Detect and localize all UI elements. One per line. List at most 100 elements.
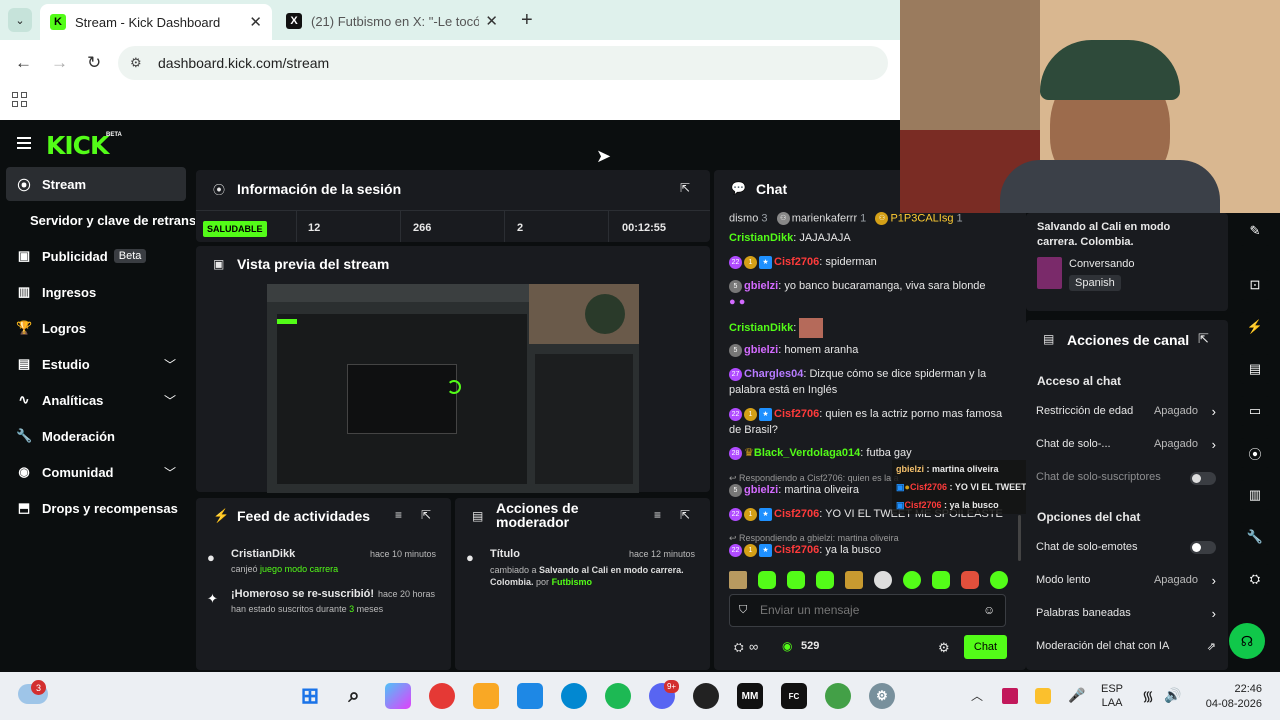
apps-grid-icon[interactable] (12, 92, 27, 107)
microphone-icon[interactable]: 🎤 (1068, 687, 1085, 704)
edit-icon[interactable]: ✎ (1240, 216, 1270, 246)
emote-only-control[interactable]: Chat de solo-emotes (1036, 541, 1216, 553)
external-link-icon: ⇗ (1206, 640, 1216, 653)
forward-icon[interactable]: → (51, 53, 68, 73)
community-icon[interactable]: ⛭ (1240, 564, 1270, 594)
chat-message[interactable]: 5 gbielzi: yo banco bucaramanga, viva sar… (729, 278, 1009, 310)
shield-icon[interactable]: ⛉ (739, 604, 747, 617)
stream-preview-video[interactable] (267, 284, 639, 493)
chat-message[interactable]: 5 gbielzi: homem aranha (729, 342, 1009, 358)
bolt-icon[interactable]: ⚡ (1240, 312, 1270, 342)
popout-icon[interactable]: ⇱ (680, 181, 690, 195)
volume-icon[interactable]: 🔊 (1164, 687, 1181, 704)
tray-app-icon[interactable] (1035, 688, 1051, 704)
camera-icon[interactable]: ⊡ (1240, 270, 1270, 300)
settings-gear-icon[interactable]: ⚙ (869, 683, 895, 709)
support-headset-icon[interactable]: ☊ (1229, 623, 1265, 659)
chat-bubble-icon[interactable]: ▭ (1240, 396, 1270, 426)
input-language[interactable]: ESP LAA (1101, 682, 1123, 710)
activity-detail: han estado suscritos durante 3 meses (231, 604, 384, 614)
obs-icon[interactable] (693, 683, 719, 709)
tray-app-icon[interactable] (1002, 688, 1018, 704)
site-settings-icon[interactable]: ⚙ (130, 55, 142, 71)
popout-icon[interactable]: ⇱ (680, 508, 690, 522)
users-icon[interactable]: ⛭ (734, 640, 744, 655)
x-favicon-icon: X (286, 13, 302, 29)
file-explorer-icon[interactable] (473, 683, 499, 709)
trophy-icon: 🏆 (16, 320, 33, 335)
mouse-cursor-icon: ➤ (596, 146, 612, 166)
reload-icon[interactable]: ↻ (87, 53, 101, 73)
mm-app-icon[interactable]: MM (737, 683, 763, 709)
activity-time: hace 20 horas (378, 589, 436, 599)
sidebar-item-analytics[interactable]: ∿ Analíticas ﹀ (6, 383, 186, 417)
settings-gear-icon[interactable]: ⚙ (938, 640, 950, 656)
stat-followers: 266 (413, 222, 432, 234)
emote-only-toggle[interactable] (1190, 541, 1216, 554)
chrome-icon[interactable] (429, 683, 455, 709)
clock[interactable]: 22:46 04-08-2026 (1198, 682, 1262, 712)
tab-twitter[interactable]: X (21) Futbismo en X: "-Le tocó v ✕ (276, 6, 508, 36)
chrome-profile-icon[interactable] (825, 683, 851, 709)
sidebar-item-ads[interactable]: ▣ Publicidad Beta (6, 239, 186, 273)
chat-message[interactable]: 28 ♛Black_Verdolaga014: futba gay (729, 445, 1009, 461)
sidebar-item-server-key[interactable]: Servidor y clave de retransm (20, 203, 195, 237)
tab-kick-dashboard[interactable]: K Stream - Kick Dashboard ✕ (40, 4, 272, 40)
sidebar-item-revenue[interactable]: ▥ Ingresos (6, 275, 186, 309)
sidebar-item-drops[interactable]: ⬒ Drops y recompensas (6, 491, 186, 525)
close-tab-icon[interactable]: ✕ (249, 13, 262, 31)
chat-message[interactable]: 22 1 ★ Cisf2706: ya la busco (729, 542, 1009, 558)
chevron-up-icon[interactable]: ︿ (971, 687, 983, 704)
spotify-icon[interactable] (605, 683, 631, 709)
kick-logo[interactable]: KICK (46, 131, 109, 160)
emote-bar[interactable] (729, 571, 1009, 589)
sidebar-item-studio[interactable]: ▤ Estudio ﹀ (6, 347, 186, 381)
filter-icon[interactable]: ≡ (654, 508, 661, 522)
sidebar-item-achievements[interactable]: 🏆 Logros (6, 311, 186, 345)
webcam-overlay (900, 0, 1280, 213)
new-tab-icon[interactable]: + (521, 9, 533, 32)
edge-icon[interactable] (561, 683, 587, 709)
subscriber-only-toggle[interactable] (1190, 472, 1216, 485)
slow-mode-control[interactable]: Modo lento Apagado › (1036, 573, 1216, 588)
wrench-icon[interactable]: 🔧 (1240, 522, 1270, 552)
store-icon[interactable] (517, 683, 543, 709)
list-icon[interactable]: ▥ (1240, 480, 1270, 510)
copilot-icon[interactable] (385, 683, 411, 709)
sidebar-item-stream[interactable]: ⦿ Stream (6, 167, 186, 201)
tab-list-chevron-icon[interactable]: ⌄ (8, 8, 32, 32)
popout-icon[interactable]: ⇱ (421, 508, 431, 522)
windows-taskbar (0, 672, 1280, 720)
chat-message[interactable]: 22 1 ★ Cisf2706: spiderman (729, 254, 1009, 270)
back-icon[interactable]: ← (15, 53, 32, 73)
chat-message[interactable]: 27 Chargles04: Dizque cómo se dice spider… (729, 366, 1009, 398)
chevron-down-icon: ﹀ (163, 357, 176, 372)
close-tab-icon[interactable]: ✕ (485, 12, 498, 30)
fc-app-icon[interactable]: FC (781, 683, 807, 709)
banned-words-control[interactable]: Palabras baneadas › (1036, 606, 1216, 621)
subscriber-only-control[interactable]: Chat de solo-suscriptores (1036, 471, 1216, 483)
chat-mode-control[interactable]: Chat de solo-... Apagado › (1036, 437, 1216, 452)
chat-message[interactable]: 22 1 ★ Cisf2706: quien es la actriz porno m… (729, 406, 1009, 438)
popout-icon[interactable]: ⇱ (1198, 331, 1209, 347)
wifi-icon[interactable]: ᯾ (1142, 687, 1154, 706)
chat-message[interactable]: CristianDikk: (729, 318, 1009, 338)
windows-start-icon[interactable]: ⊞ (297, 683, 323, 709)
chat-message-field[interactable] (760, 600, 970, 620)
chat-scrollbar[interactable] (1018, 515, 1021, 561)
chat-message[interactable]: CristianDikk: JAJAJAJA (729, 230, 1009, 246)
ai-moderation-control[interactable]: Moderación del chat con IA ⇗ (1036, 640, 1216, 653)
sidebar-item-community[interactable]: ◉ Comunidad ﹀ (6, 455, 186, 489)
age-restriction-control[interactable]: Restricción de edad Apagado › (1036, 404, 1216, 419)
sidebar-item-moderation[interactable]: 🔧 Moderación (6, 419, 186, 453)
document-icon[interactable]: ▤ (1240, 354, 1270, 384)
activity-user: CristianDikk (231, 548, 296, 560)
category-name[interactable]: Conversando (1069, 258, 1134, 270)
address-bar[interactable]: ⚙ dashboard.kick.com/stream (118, 46, 888, 80)
emoji-icon[interactable]: ☺ (983, 603, 995, 617)
menu-icon[interactable] (17, 137, 31, 149)
filter-icon[interactable]: ≡ (395, 508, 402, 522)
send-chat-button[interactable]: Chat (964, 635, 1007, 659)
broadcast-icon[interactable]: ⦿ (1240, 438, 1270, 468)
search-icon[interactable]: ⌕ (341, 683, 367, 709)
